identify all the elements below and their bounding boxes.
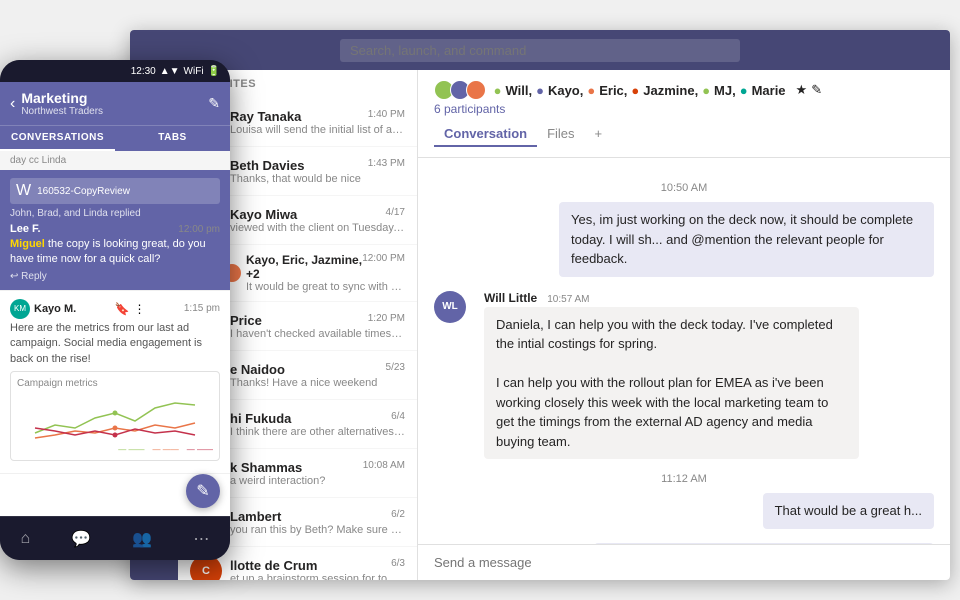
search-input[interactable]: [340, 39, 740, 62]
metric-card: Campaign metrics: [10, 371, 220, 461]
file-attachment: W 160532-CopyReview: [10, 178, 220, 204]
compose-icon[interactable]: ✎: [208, 95, 220, 112]
participant-list: ● Will, ● Kayo, ● Eric, ● Jazmine, ● MJ,…: [434, 80, 934, 100]
mobile-message-text: Miguel the copy is looking great, do you…: [10, 237, 220, 268]
back-icon[interactable]: ‹: [10, 95, 15, 113]
message-bubble: Daniela, I can help you with the deck to…: [484, 307, 859, 460]
mobile-message-item[interactable]: W 160532-CopyReview John, Brad, and Lind…: [0, 170, 230, 291]
conversation-tabs: Conversation Files +: [434, 122, 934, 147]
mobile-message-list: day cc Linda W 160532-CopyReview John, B…: [0, 151, 230, 516]
mobile-nav-chat[interactable]: 💬: [71, 529, 91, 549]
message-timestamp: 11:12 AM: [434, 473, 934, 485]
mobile-sender: Kayo M.: [34, 303, 76, 315]
mobile-group-name: Marketing: [21, 90, 202, 106]
avatar: KM: [10, 299, 30, 319]
mobile-app: 12:30 ▲▼ WiFi 🔋 ‹ Marketing Northwest Tr…: [0, 60, 230, 560]
titlebar: [130, 30, 950, 70]
mobile-nav-more[interactable]: ⋯: [193, 529, 209, 549]
message-bubble: Yes, im just working on the deck now, it…: [559, 202, 934, 277]
mobile-tab-conversations[interactable]: CONVERSATIONS: [0, 126, 115, 151]
mobile-time: 12:00 pm: [178, 224, 220, 235]
message-row: WL Will Little 10:57 AM Daniela, I can h…: [434, 291, 934, 460]
tab-files[interactable]: Files: [537, 122, 584, 147]
mobile-nav-teams[interactable]: 👥: [132, 529, 152, 549]
participant-count: 6 participants: [434, 102, 934, 116]
word-icon: W: [16, 182, 31, 200]
participant-avatar: [466, 80, 486, 100]
message-bubble: That would be a great h...: [763, 493, 934, 529]
bookmark-icon[interactable]: 🔖: [115, 302, 130, 316]
mobile-message-item[interactable]: KM Kayo M. 🔖 ⋮ 1:15 pm Here are the metr…: [0, 291, 230, 474]
mobile-context-line: day cc Linda: [0, 151, 230, 170]
message-row: Yes, im just working on the deck now, it…: [434, 202, 934, 277]
mobile-topbar: ‹ Marketing Northwest Traders ✎: [0, 82, 230, 125]
compose-fab[interactable]: ✎: [186, 474, 220, 508]
message-list: 10:50 AM Yes, im just working on the dec…: [418, 158, 950, 544]
mobile-sender: Lee F.: [10, 223, 41, 235]
message-sender: Will Little: [484, 291, 537, 305]
tab-conversation[interactable]: Conversation: [434, 122, 537, 147]
message-timestamp: 10:50 AM: [434, 182, 934, 194]
message-time: 10:57 AM: [547, 294, 589, 305]
desktop-app: 🔔 2 💬 1 👥 1 Favorites RT Ray Tanaka: [130, 30, 950, 580]
mobile-nav-tabs: CONVERSATIONS TABS: [0, 125, 230, 151]
message-input[interactable]: [434, 555, 934, 570]
mobile-statusbar: 12:30 ▲▼ WiFi 🔋: [0, 60, 230, 82]
mobile-nav-home[interactable]: ⌂: [21, 530, 31, 548]
message-row: That would be a great h...: [434, 493, 934, 529]
tab-add[interactable]: +: [585, 122, 613, 147]
mobile-group-sub: Northwest Traders: [21, 106, 202, 117]
mobile-tab-tabs[interactable]: TABS: [115, 126, 230, 151]
conversation-panel: ● Will, ● Kayo, ● Eric, ● Jazmine, ● MJ,…: [418, 70, 950, 580]
avatar: WL: [434, 291, 466, 323]
mobile-message-text: Here are the metrics from our last ad ca…: [10, 321, 220, 367]
message-input-area: [418, 544, 950, 580]
reply-indicator: John, Brad, and Linda replied: [10, 208, 220, 219]
reply-button[interactable]: ↩ Reply: [10, 271, 220, 282]
mobile-time: 1:15 pm: [184, 303, 220, 314]
conversation-header: ● Will, ● Kayo, ● Eric, ● Jazmine, ● MJ,…: [418, 70, 950, 158]
mobile-bottom-nav: ⌂ 💬 👥 ⋯: [0, 516, 230, 560]
edit-icon: ✎: [196, 481, 209, 501]
more-icon[interactable]: ⋮: [134, 302, 146, 316]
mobile-time: 12:30: [131, 66, 156, 77]
